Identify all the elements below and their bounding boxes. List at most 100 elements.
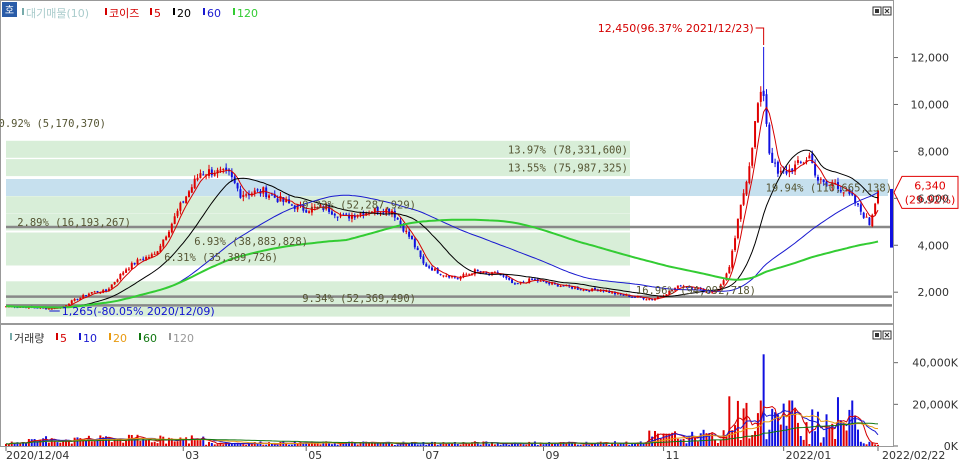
zone-label: 9.33% (52,287,929) [302,200,416,212]
volume-bar [699,433,702,446]
candle-body [50,308,53,310]
volume-bar [333,443,336,446]
candle-body [119,274,122,279]
volume-legend-ma-label: 20 [113,332,127,345]
volume-close-icon[interactable] [882,330,892,340]
volume-bar [19,443,22,446]
y-tick-label: 10,000 [911,98,950,111]
candle-body [136,259,139,265]
volume-bar [242,444,245,446]
legend-marker [22,8,24,15]
volume-bar [616,444,619,446]
volume-bar [33,439,36,446]
volume-bar [36,442,39,446]
volume-bar [682,438,685,446]
candle-body [511,279,514,284]
candle-body [756,103,759,123]
volume-bar [456,444,459,446]
volume-bar [754,431,757,446]
candle-body [768,124,771,154]
candle-body [456,278,459,280]
volume-bar [719,439,722,446]
volume-bar [142,438,145,446]
candle-body [207,169,210,176]
zone-label: 13.55% (75,987,325) [508,163,628,175]
candle-body [796,160,799,163]
candle-body [359,213,362,215]
current-price-label: 6,340 [914,179,946,192]
volume-bar [539,443,542,446]
volume-bar [190,435,193,446]
volume-bar [765,439,768,446]
legend-ma-marker [150,8,152,15]
candle-body [445,275,448,277]
volume-bar [399,444,402,446]
volume-bar [393,445,396,446]
x-tick-label: 2022/01 [786,449,832,462]
volume-bar [245,444,248,446]
volume-bar [868,441,871,446]
volume-bar [262,444,265,446]
volume-bar [250,444,253,446]
volume-bar [176,441,179,446]
volume-bar [751,435,754,446]
candle-body [611,292,614,294]
volume-bar [702,429,705,446]
stock-chart: 9.34% (52,369,490) 16.96% (94,092,718) 6.3… [0,0,961,466]
y-tick-label: 4,000 [918,239,950,252]
legend-main-label: 대기매물(10) [26,7,89,20]
volume-bar [222,444,225,446]
volume-bar [739,440,742,446]
candle-body [85,295,88,297]
volume-bar [228,443,230,446]
close-icon[interactable] [882,6,892,16]
candle-body [153,253,156,255]
volume-bar [273,444,276,446]
candle-body [433,268,436,271]
volume-bar [685,443,688,446]
candle-body [256,189,259,191]
candle-body [588,290,591,292]
candle-body [739,204,742,220]
volume-bar [819,442,822,446]
zone-label: 6.93% (38,883,828) [194,236,308,248]
volume-bar [47,442,50,446]
volume-maximize-icon[interactable] [872,330,882,340]
legend-ma-marker [203,8,205,15]
x-tick-label: 07 [425,449,439,462]
candle-body [127,268,130,270]
candle-body [571,286,574,289]
candle-body [210,169,213,176]
volume-bar [676,438,679,446]
volume-bar [799,436,802,446]
zone-label: 9.34% (52,369,490) [302,293,416,305]
volume-bar [696,441,699,446]
supply-zone-highlight [6,179,888,196]
candle-body [296,204,299,210]
volume-bar [756,413,759,446]
volume-bar [734,425,737,446]
volume-bar [156,443,159,446]
legend-ma-label: 20 [177,7,191,20]
candle-body [868,217,871,226]
volume-bar [150,442,153,446]
maximize-icon[interactable] [872,6,882,16]
candle-body [405,230,408,233]
candle-body [748,166,751,183]
volume-bar [808,444,811,446]
zone-label: 13.97% (78,331,600) [508,144,628,156]
volume-bar [165,443,168,446]
legend-ma-label: 120 [237,7,258,20]
volume-bar [436,444,439,446]
volume-legend-ma-label: 120 [173,332,194,345]
volume-bar [745,402,748,446]
candle-body [348,214,351,219]
candle-body [142,258,145,260]
volume-bar [276,444,279,446]
volume-bar [353,443,356,446]
candle-body [176,210,179,217]
volume-bar [814,431,817,446]
volume-bar [185,437,188,446]
candle-body [616,293,619,295]
candle-body [236,183,239,189]
